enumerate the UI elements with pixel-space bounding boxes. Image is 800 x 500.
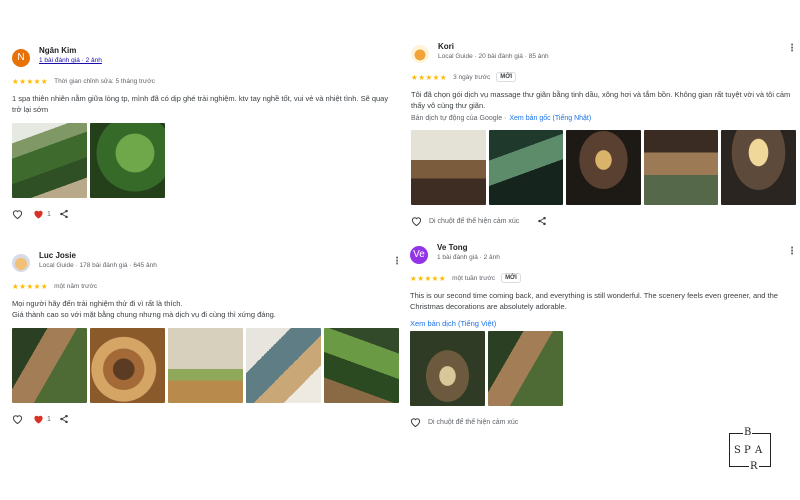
review-actions: Di chuột để thể hiện cảm xúc	[411, 214, 799, 228]
view-original-link[interactable]: Xem bản gốc (Tiếng Nhật)	[509, 115, 591, 122]
review-photo[interactable]	[410, 331, 485, 406]
view-translation-link[interactable]: Xem bản dịch (Tiếng Việt)	[410, 319, 798, 328]
review-ve-tong: Ve Ve Tong 1 bài đánh giá · 2 ảnh ⋮ ★★★★…	[410, 242, 798, 429]
new-badge: MỚI	[496, 72, 517, 82]
share-icon[interactable]	[59, 414, 69, 424]
like-icon[interactable]	[410, 417, 421, 427]
new-badge: MỚI	[501, 273, 521, 283]
logo-letter: A	[755, 445, 763, 456]
more-options-icon[interactable]: ⋮	[392, 256, 402, 267]
star-rating: ★★★★★	[12, 281, 49, 291]
review-photo[interactable]	[12, 123, 87, 198]
review-photo[interactable]	[246, 328, 321, 403]
avatar[interactable]: N	[12, 49, 30, 67]
avatar[interactable]	[12, 254, 30, 272]
star-rating: ★★★★★	[410, 273, 447, 283]
review-photo[interactable]	[721, 130, 796, 205]
logo-letter: B	[743, 427, 753, 438]
review-text-line: Giá thành cao so với mặt bằng chung nhưn…	[12, 310, 276, 319]
review-time: Thời gian chỉnh sửa: 5 tháng trước	[54, 77, 155, 85]
review-actions: 1	[12, 412, 404, 426]
review-photo[interactable]	[488, 331, 563, 406]
review-time: một tuần trước	[452, 274, 496, 282]
reviewer-stats: Local Guide · 20 bài đánh giá · 85 ảnh	[438, 53, 549, 60]
review-text: Mọi người hãy đến trải nghiệm thử đi vì …	[12, 298, 404, 320]
reviewer-name[interactable]: Kori	[438, 42, 454, 51]
review-ngan-kim: N Ngân Kim 1 bài đánh giá · 2 ảnh ★★★★★ …	[12, 45, 397, 221]
spar-logo: B S P A R	[729, 428, 771, 472]
translation-note: Bản dịch tự động của Google · Xem bản gốc…	[411, 115, 799, 122]
reaction-count: 1	[47, 415, 51, 423]
review-text: Tôi đã chọn gói dịch vụ massage thư giãn…	[411, 90, 791, 110]
review-text: 1 spa thiên nhiên nằm giữa lòng tp, mình…	[12, 94, 389, 114]
review-text: This is our second time coming back, and…	[410, 291, 778, 311]
reaction-count: 1	[47, 210, 51, 218]
reaction-hint: Di chuột để thể hiện cảm xúc	[428, 418, 519, 426]
review-photo[interactable]	[566, 130, 641, 205]
share-icon[interactable]	[537, 216, 547, 226]
avatar[interactable]: Ve	[410, 246, 428, 264]
review-meta: ★★★★★ một năm trước	[12, 280, 404, 292]
reaction-hint: Di chuột để thể hiện cảm xúc	[429, 217, 520, 225]
review-photo[interactable]	[643, 130, 719, 205]
reviewer-stats: Local Guide · 178 bài đánh giá · 645 ảnh	[39, 262, 157, 269]
review-luc-josie: Luc Josie Local Guide · 178 bài đánh giá…	[12, 250, 404, 426]
review-photos	[411, 130, 799, 205]
logo-letter: P	[744, 445, 751, 456]
review-actions: 1	[12, 207, 397, 221]
review-meta: ★★★★★ một tuần trước MỚI	[410, 272, 798, 284]
reviewer-name[interactable]: Ve Tong	[437, 243, 468, 252]
like-icon[interactable]	[12, 414, 23, 424]
review-photos	[410, 331, 798, 406]
reviewer-stats: 1 bài đánh giá · 2 ảnh	[437, 254, 500, 261]
review-actions: Di chuột để thể hiện cảm xúc	[410, 415, 798, 429]
translation-label: Bản dịch tự động của Google ·	[411, 115, 507, 122]
review-photos	[12, 328, 404, 403]
reviewer-name[interactable]: Ngân Kim	[39, 46, 76, 55]
review-photo[interactable]	[324, 328, 399, 403]
review-photo[interactable]	[411, 130, 486, 205]
like-icon[interactable]	[12, 209, 23, 219]
review-time: một năm trước	[54, 282, 98, 290]
review-meta: ★★★★★ Thời gian chỉnh sửa: 5 tháng trước	[12, 75, 397, 87]
review-time: 3 ngày trước	[453, 73, 491, 81]
more-options-icon[interactable]: ⋮	[787, 246, 797, 257]
review-text-line: Mọi người hãy đến trải nghiệm thử đi vì …	[12, 299, 183, 308]
logo-letter: S	[734, 445, 741, 456]
more-options-icon[interactable]: ⋮	[787, 43, 797, 54]
review-photo[interactable]	[488, 130, 564, 205]
reviewer-stats[interactable]: 1 bài đánh giá · 2 ảnh	[39, 57, 102, 64]
star-rating: ★★★★★	[12, 76, 49, 86]
avatar[interactable]	[411, 45, 429, 63]
review-photos	[12, 123, 397, 198]
review-photo[interactable]	[90, 328, 165, 403]
review-photo[interactable]	[12, 328, 87, 403]
review-photo[interactable]	[90, 123, 165, 198]
heart-reaction-icon[interactable]	[33, 209, 44, 219]
share-icon[interactable]	[59, 209, 69, 219]
heart-reaction-icon[interactable]	[33, 414, 44, 424]
reviewer-name[interactable]: Luc Josie	[39, 251, 76, 260]
star-rating: ★★★★★	[411, 72, 448, 82]
like-icon[interactable]	[411, 216, 422, 226]
review-meta: ★★★★★ 3 ngày trước MỚI	[411, 71, 799, 83]
review-photo[interactable]	[168, 328, 243, 403]
review-kori: Kori Local Guide · 20 bài đánh giá · 85 …	[411, 41, 799, 228]
logo-letter: R	[749, 461, 759, 472]
